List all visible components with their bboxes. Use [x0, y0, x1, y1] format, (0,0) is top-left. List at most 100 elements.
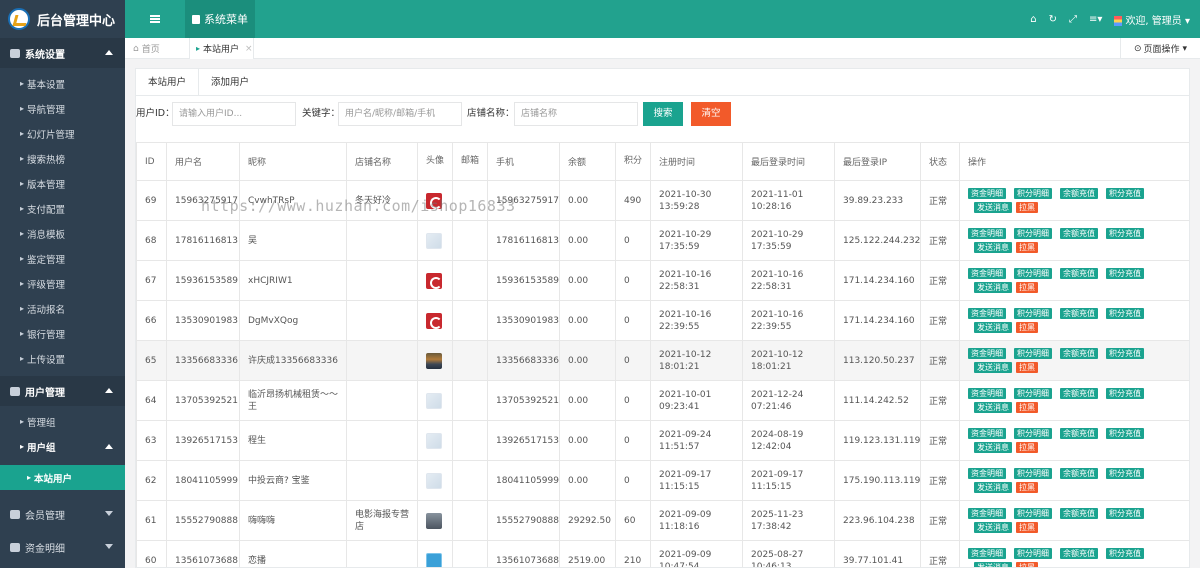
sidebar-item-nav-mgmt[interactable]: 导航管理 — [0, 96, 125, 121]
page-ops-button[interactable]: 页面操作 — [1120, 38, 1200, 59]
fund-detail-button[interactable]: 资金明细 — [968, 547, 1006, 559]
blacklist-button[interactable]: 拉黑 — [1016, 281, 1038, 293]
points-detail-button[interactable]: 积分明细 — [1014, 187, 1052, 199]
col-header[interactable]: 头像 — [417, 142, 453, 181]
blacklist-button[interactable]: 拉黑 — [1016, 481, 1038, 493]
balance-recharge-button[interactable]: 余额充值 — [1060, 507, 1098, 519]
col-header[interactable]: 注册时间 — [650, 142, 743, 181]
sidebar-item-site-users[interactable]: 本站用户 — [0, 465, 125, 490]
balance-recharge-button[interactable]: 余额充值 — [1060, 227, 1098, 239]
points-detail-button[interactable]: 积分明细 — [1014, 227, 1052, 239]
balance-recharge-button[interactable]: 余额充值 — [1060, 387, 1098, 399]
sidebar-item-rating-mgmt[interactable]: 评级管理 — [0, 271, 125, 296]
shop-input[interactable]: 店铺名称 — [514, 102, 638, 126]
send-message-button[interactable]: 发送消息 — [974, 201, 1012, 213]
points-detail-button[interactable]: 积分明细 — [1014, 307, 1052, 319]
balance-recharge-button[interactable]: 余额充值 — [1060, 267, 1098, 279]
send-message-button[interactable]: 发送消息 — [974, 281, 1012, 293]
sidebar-item-user-group[interactable]: 用户组 — [0, 434, 125, 459]
balance-recharge-button[interactable]: 余额充值 — [1060, 187, 1098, 199]
fund-detail-button[interactable]: 资金明细 — [968, 267, 1006, 279]
menu-toggle-button[interactable] — [125, 0, 185, 38]
sidebar-item-upload-settings[interactable]: 上传设置 — [0, 346, 125, 371]
blacklist-button[interactable]: 拉黑 — [1016, 521, 1038, 533]
points-recharge-button[interactable]: 积分充值 — [1106, 427, 1144, 439]
points-detail-button[interactable]: 积分明细 — [1014, 267, 1052, 279]
sidebar-group-member-mgmt[interactable]: 会员管理 — [0, 499, 125, 529]
send-message-button[interactable]: 发送消息 — [974, 321, 1012, 333]
col-header[interactable]: 操作 — [959, 142, 1189, 181]
col-header[interactable]: 余额 — [559, 142, 616, 181]
points-recharge-button[interactable]: 积分充值 — [1106, 507, 1144, 519]
send-message-button[interactable]: 发送消息 — [974, 481, 1012, 493]
system-menu-button[interactable]: 系统菜单 — [185, 0, 255, 38]
avatar[interactable] — [426, 432, 442, 449]
balance-recharge-button[interactable]: 余额充值 — [1060, 307, 1098, 319]
send-message-button[interactable]: 发送消息 — [974, 521, 1012, 533]
col-header[interactable]: 最后登录时间 — [742, 142, 835, 181]
col-header[interactable]: 状态 — [920, 142, 960, 181]
avatar[interactable] — [426, 352, 442, 369]
avatar[interactable] — [426, 232, 442, 249]
sidebar-item-appraisal-mgmt[interactable]: 鉴定管理 — [0, 246, 125, 271]
points-recharge-button[interactable]: 积分充值 — [1106, 387, 1144, 399]
close-icon[interactable]: × — [245, 44, 253, 54]
points-recharge-button[interactable]: 积分充值 — [1106, 267, 1144, 279]
avatar[interactable] — [426, 472, 442, 489]
fullscreen-icon[interactable]: ⤢ — [1069, 14, 1077, 25]
send-message-button[interactable]: 发送消息 — [974, 401, 1012, 413]
fund-detail-button[interactable]: 资金明细 — [968, 187, 1006, 199]
sidebar-item-payment-config[interactable]: 支付配置 — [0, 196, 125, 221]
balance-recharge-button[interactable]: 余额充值 — [1060, 547, 1098, 559]
blacklist-button[interactable]: 拉黑 — [1016, 241, 1038, 253]
send-message-button[interactable]: 发送消息 — [974, 361, 1012, 373]
uid-input[interactable]: 请输入用户ID... — [172, 102, 296, 126]
search-button[interactable]: 搜索 — [643, 102, 683, 126]
points-recharge-button[interactable]: 积分充值 — [1106, 347, 1144, 359]
balance-recharge-button[interactable]: 余额充值 — [1060, 427, 1098, 439]
sidebar-item-event-signup[interactable]: 活动报名 — [0, 296, 125, 321]
col-header[interactable]: 积分 — [615, 142, 651, 181]
col-header[interactable]: ID — [136, 142, 167, 181]
blacklist-button[interactable]: 拉黑 — [1016, 201, 1038, 213]
col-header[interactable]: 用户名 — [166, 142, 240, 181]
tab-site-users[interactable]: 本站用户 × — [189, 38, 254, 59]
fund-detail-button[interactable]: 资金明细 — [968, 227, 1006, 239]
sidebar-item-version-mgmt[interactable]: 版本管理 — [0, 171, 125, 196]
sidebar-group-user-mgmt[interactable]: 用户管理 — [0, 376, 125, 406]
avatar[interactable] — [426, 312, 442, 329]
blacklist-button[interactable]: 拉黑 — [1016, 441, 1038, 453]
avatar[interactable] — [426, 512, 442, 529]
points-detail-button[interactable]: 积分明细 — [1014, 427, 1052, 439]
blacklist-button[interactable]: 拉黑 — [1016, 321, 1038, 333]
sidebar-group-fund-detail[interactable]: 资金明细 — [0, 532, 125, 562]
avatar[interactable] — [426, 192, 442, 209]
fund-detail-button[interactable]: 资金明细 — [968, 507, 1006, 519]
points-detail-button[interactable]: 积分明细 — [1014, 347, 1052, 359]
points-detail-button[interactable]: 积分明细 — [1014, 467, 1052, 479]
subtab-add-user[interactable]: 添加用户 — [199, 69, 261, 95]
sidebar-item-basic-settings[interactable]: 基本设置 — [0, 71, 125, 96]
blacklist-button[interactable]: 拉黑 — [1016, 561, 1038, 567]
refresh-icon[interactable]: ↻ — [1049, 14, 1057, 25]
points-recharge-button[interactable]: 积分充值 — [1106, 307, 1144, 319]
points-detail-button[interactable]: 积分明细 — [1014, 547, 1052, 559]
send-message-button[interactable]: 发送消息 — [974, 441, 1012, 453]
avatar[interactable] — [426, 392, 442, 409]
tab-home[interactable]: 首页 — [133, 38, 160, 59]
col-header[interactable]: 手机 — [487, 142, 560, 181]
blacklist-button[interactable]: 拉黑 — [1016, 401, 1038, 413]
points-detail-button[interactable]: 积分明细 — [1014, 507, 1052, 519]
points-recharge-button[interactable]: 积分充值 — [1106, 467, 1144, 479]
brand[interactable]: 后台管理中心 — [0, 0, 125, 38]
fund-detail-button[interactable]: 资金明细 — [968, 307, 1006, 319]
list-icon[interactable]: ≡▾ — [1089, 14, 1102, 25]
blacklist-button[interactable]: 拉黑 — [1016, 361, 1038, 373]
send-message-button[interactable]: 发送消息 — [974, 561, 1012, 567]
home-icon[interactable]: ⌂ — [1030, 14, 1036, 25]
avatar[interactable] — [426, 552, 442, 567]
fund-detail-button[interactable]: 资金明细 — [968, 467, 1006, 479]
fund-detail-button[interactable]: 资金明细 — [968, 427, 1006, 439]
sidebar-item-bank-mgmt[interactable]: 银行管理 — [0, 321, 125, 346]
col-header[interactable]: 昵称 — [239, 142, 347, 181]
